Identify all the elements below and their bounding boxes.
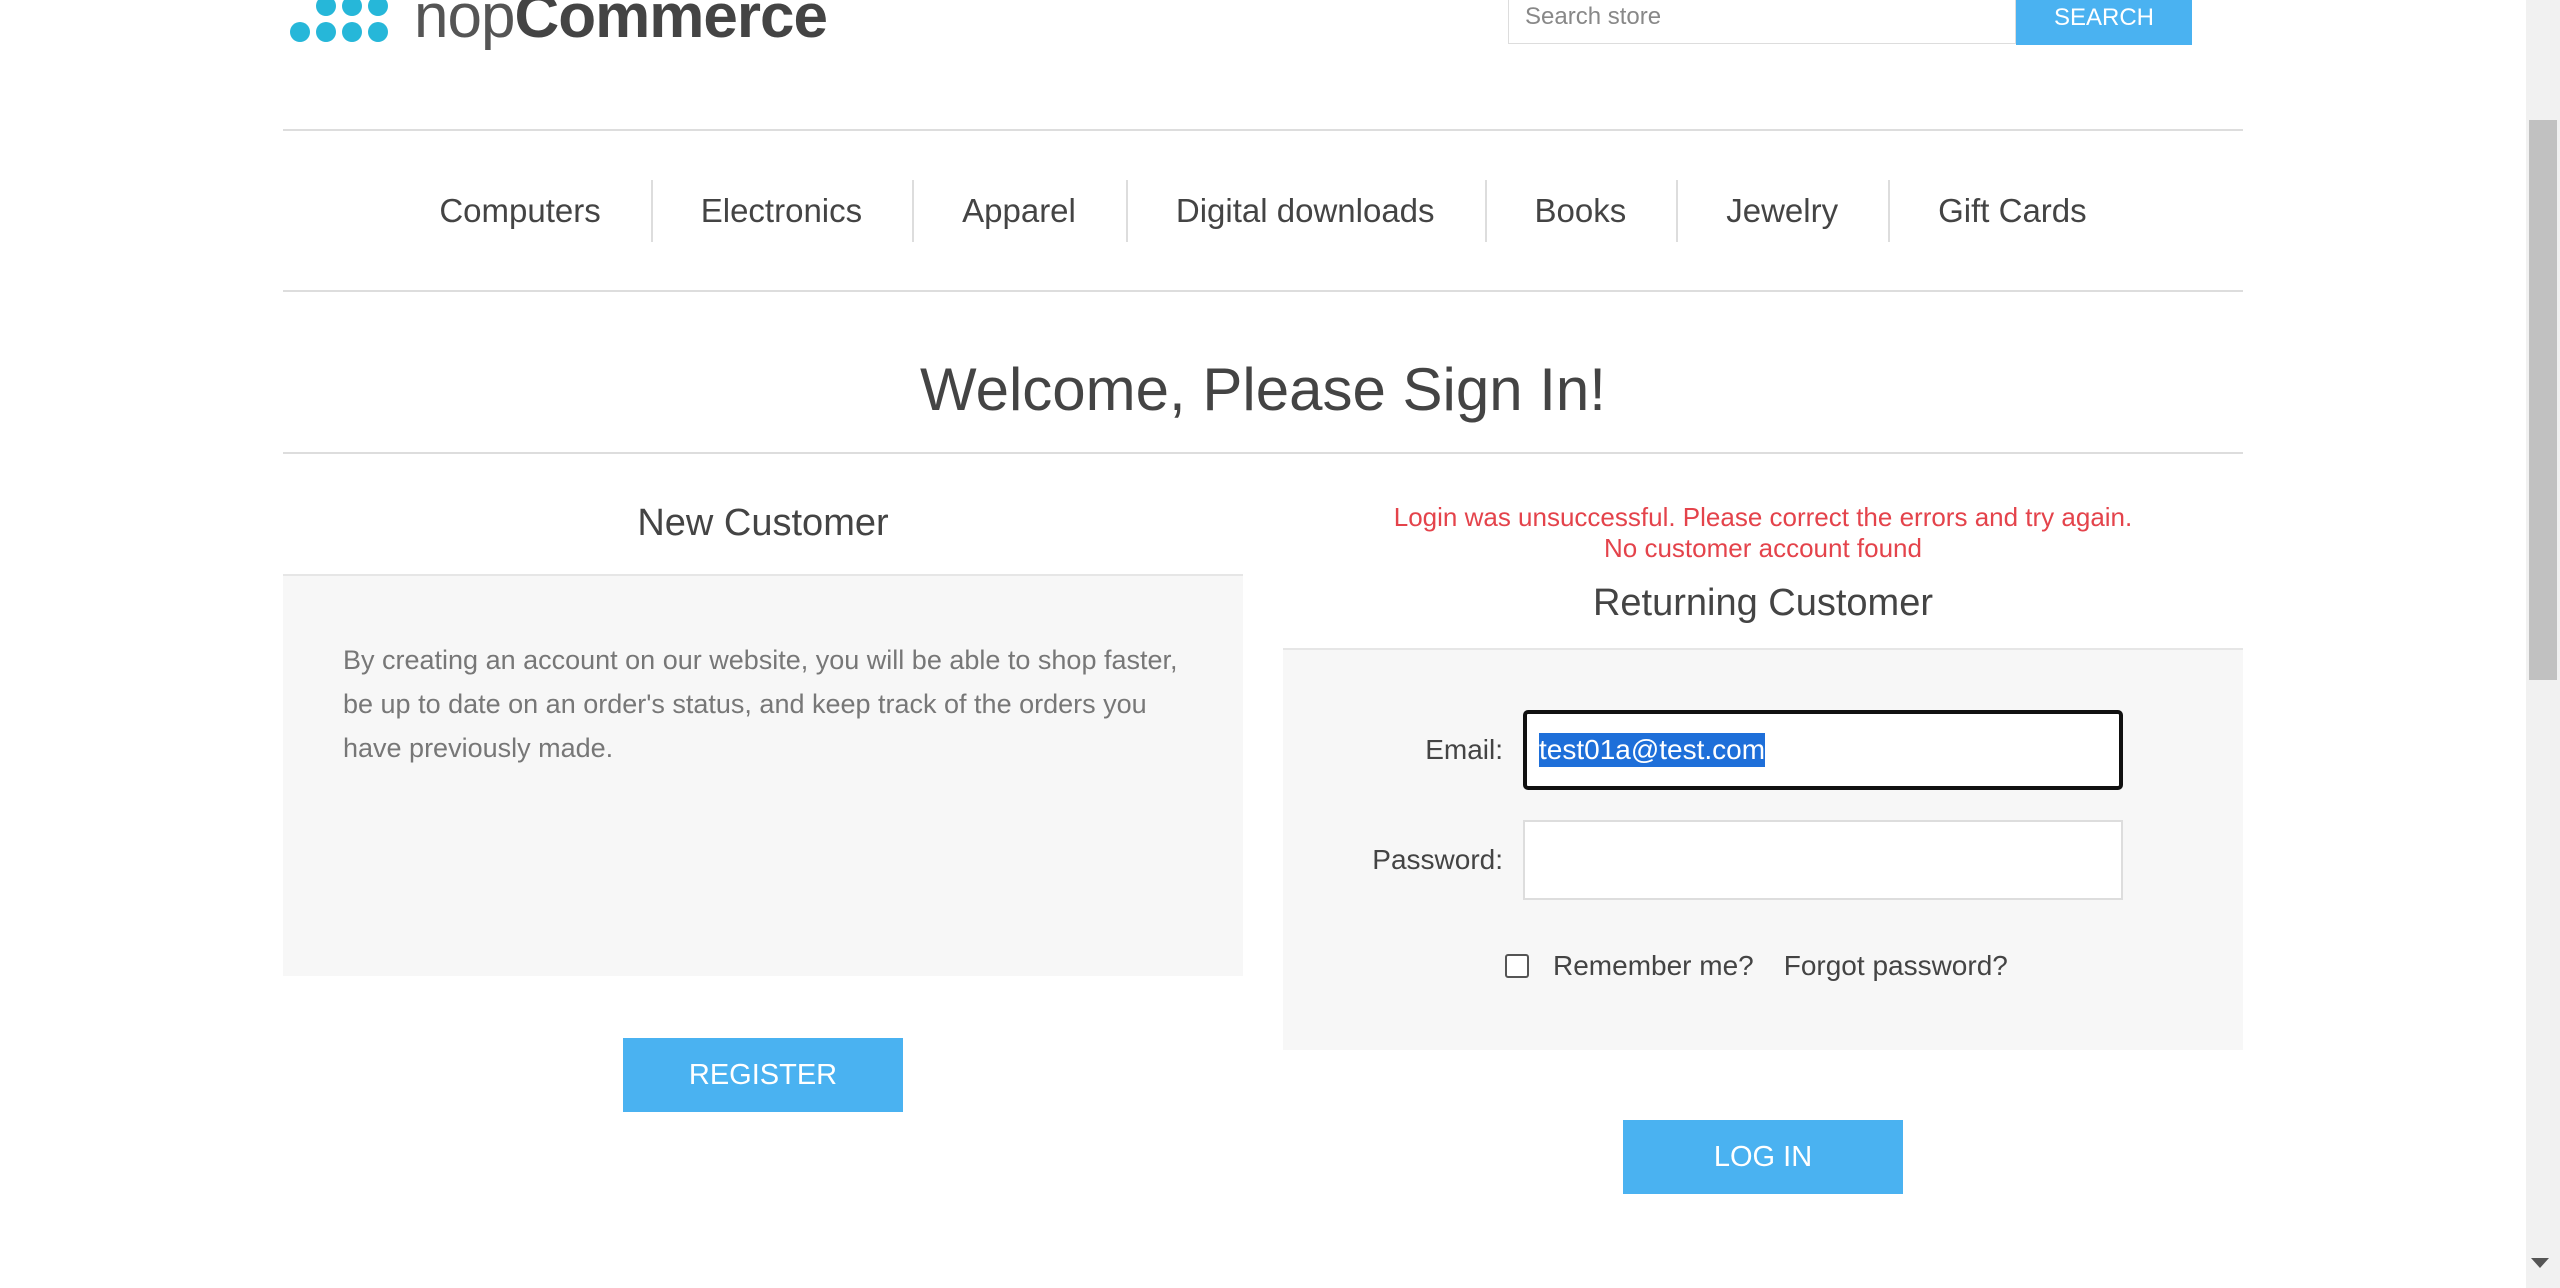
page-title: Welcome, Please Sign In! [283,360,2243,454]
menu-item-digital-downloads[interactable]: Digital downloads [1125,180,1485,242]
scroll-down-arrow-icon[interactable] [2531,1258,2549,1268]
login-error-detail: No customer account found [1604,533,1922,563]
remember-me-label[interactable]: Remember me? [1553,950,1754,982]
logo-text: nopCommerce [414,0,828,51]
returning-customer-title: Returning Customer [1283,564,2243,650]
password-field[interactable] [1523,820,2123,900]
menu-item-apparel[interactable]: Apparel [912,180,1126,242]
menu-item-jewelry[interactable]: Jewelry [1676,180,1888,242]
search-button[interactable]: SEARCH [2016,0,2192,45]
password-label: Password: [1372,844,1503,875]
remember-row: Remember me? Forgot password? [1505,950,2008,982]
returning-customer-block: Login was unsuccessful. Please correct t… [1283,478,2243,1050]
new-customer-block: New Customer By creating an account on o… [283,478,1243,976]
login-form: Email: test01a@test.com Password: Rememb… [1283,650,2243,1050]
search-input[interactable] [1508,0,2016,44]
page-title-heading: Welcome, Please Sign In! [920,356,1606,423]
new-customer-title: New Customer [283,478,1243,576]
menu-item-gift-cards[interactable]: Gift Cards [1888,180,2137,242]
register-button[interactable]: REGISTER [623,1038,903,1112]
store-logo[interactable]: nopCommerce [286,0,828,54]
login-error-message: Login was unsuccessful. Please correct t… [1393,502,2133,532]
scrollbar-thumb[interactable] [2529,120,2557,680]
email-row: Email: test01a@test.com [1283,710,2123,790]
menu-item-books[interactable]: Books [1484,180,1677,242]
email-field-value: test01a@test.com [1539,733,1766,767]
menu-item-computers[interactable]: Computers [389,194,650,227]
login-error-summary: Login was unsuccessful. Please correct t… [1283,478,2243,564]
top-menu: Computers Electronics Apparel Digital do… [283,129,2243,292]
email-label: Email: [1425,734,1503,765]
new-customer-text: By creating an account on our website, y… [283,576,1243,976]
page: nopCommerce SEARCH Computers Electronics… [0,0,2526,1288]
remember-me-checkbox[interactable] [1505,954,1529,978]
menu-item-electronics[interactable]: Electronics [650,180,912,242]
login-button[interactable]: LOG IN [1623,1120,1903,1194]
email-field[interactable]: test01a@test.com [1523,710,2123,790]
password-row: Password: [1283,820,2123,900]
search-box: SEARCH [1508,0,2192,45]
logo-dots-icon [286,0,402,52]
forgot-password-link[interactable]: Forgot password? [1784,950,2008,982]
